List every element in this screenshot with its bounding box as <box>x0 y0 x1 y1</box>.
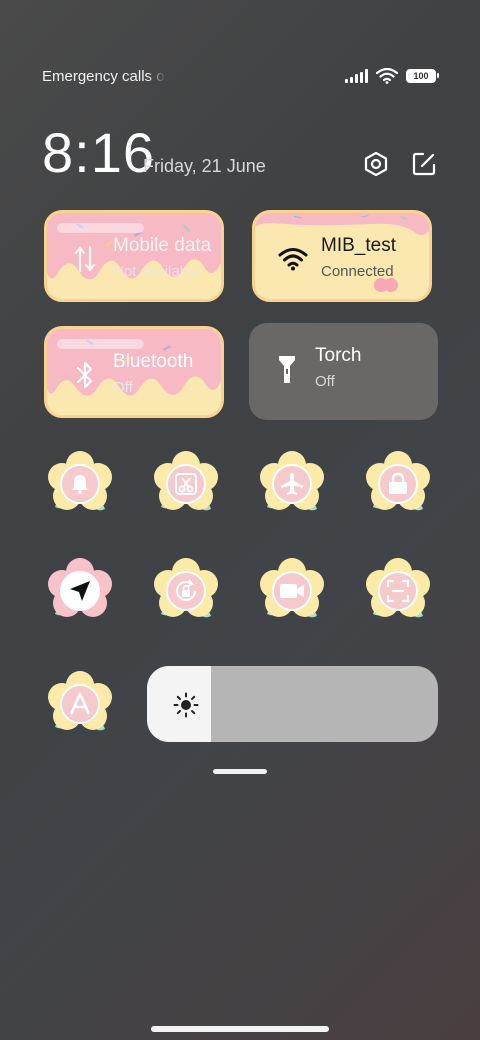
tile-shine <box>57 339 144 349</box>
brightness-slider[interactable] <box>147 666 438 742</box>
toggle-screenshot[interactable] <box>153 451 219 517</box>
settings-icon[interactable] <box>362 150 390 178</box>
tile-shine <box>57 223 144 233</box>
toggle-location[interactable] <box>47 558 113 624</box>
tile-subtitle: Not available <box>113 263 200 280</box>
bluetooth-icon <box>69 357 101 393</box>
date: Friday, 21 June <box>143 156 266 176</box>
toggle-font-size[interactable] <box>47 671 113 737</box>
navigation-arrow-icon <box>60 571 100 611</box>
wifi-icon <box>277 241 309 277</box>
clock: 8:16 <box>42 121 155 184</box>
lock-icon <box>378 464 418 504</box>
tile-subtitle: Off <box>113 379 133 396</box>
tile-bluetooth[interactable]: Bluetooth Off <box>44 326 224 418</box>
letter-a-icon <box>60 684 100 724</box>
home-indicator[interactable] <box>151 1026 329 1032</box>
mobile-data-icon <box>69 241 101 277</box>
battery-level: 100 <box>413 71 429 81</box>
edit-icon[interactable] <box>410 150 438 178</box>
toggle-airplane-mode[interactable] <box>259 451 325 517</box>
flashlight-icon <box>271 351 303 387</box>
tile-title: Bluetooth <box>113 351 194 372</box>
rotation-lock-icon <box>166 571 206 611</box>
tile-title: Torch <box>315 345 362 366</box>
signal-icon <box>345 69 368 83</box>
battery-icon: 100 <box>406 69 439 83</box>
tile-wifi[interactable]: MIB_test Connected <box>252 210 432 302</box>
tile-subtitle: Connected <box>321 263 394 280</box>
status-bar: Emergency calls only 100 <box>0 62 480 90</box>
tile-subtitle: Off <box>315 373 335 390</box>
video-camera-icon <box>272 571 312 611</box>
panel-drag-handle[interactable] <box>213 769 267 774</box>
toggle-scanner[interactable] <box>365 558 431 624</box>
wifi-icon <box>376 68 398 84</box>
tile-title: Mobile data <box>113 235 212 256</box>
toggle-rotation-lock[interactable] <box>153 558 219 624</box>
airplane-icon <box>272 464 312 504</box>
tile-title: MIB_test <box>321 235 396 256</box>
tile-torch[interactable]: Torch Off <box>249 323 438 420</box>
scan-icon <box>378 571 418 611</box>
toggle-sound[interactable] <box>47 451 113 517</box>
tile-mobile-data[interactable]: Mobile data Not available <box>44 210 224 302</box>
toggle-lock-screen[interactable] <box>365 451 431 517</box>
status-text: Emergency calls only <box>42 68 166 85</box>
scissors-icon <box>166 464 206 504</box>
brightness-sun-icon <box>173 692 199 718</box>
toggle-screen-recorder[interactable] <box>259 558 325 624</box>
bell-icon <box>60 464 100 504</box>
